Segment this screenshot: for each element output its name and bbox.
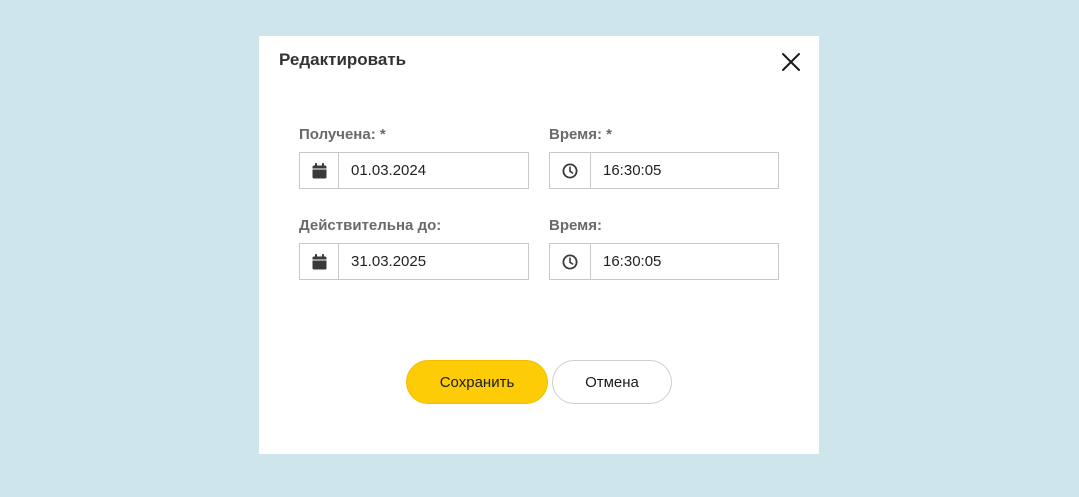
- received-date-label: Получена: *: [299, 126, 386, 143]
- valid-until-time-input[interactable]: [592, 244, 776, 279]
- valid-until-time-box: [549, 243, 779, 280]
- received-date-picker-button[interactable]: [300, 153, 339, 188]
- received-date-input[interactable]: [340, 153, 526, 188]
- clock-icon: [562, 254, 578, 269]
- cancel-button[interactable]: Отмена: [552, 360, 672, 404]
- close-button[interactable]: [779, 50, 803, 74]
- valid-until-time-label: Время:: [549, 217, 602, 234]
- valid-until-date-label: Действительна до:: [299, 217, 442, 234]
- valid-until-date-box: [299, 243, 529, 280]
- clock-icon: [562, 163, 578, 178]
- received-date-box: [299, 152, 529, 189]
- dialog-title: Редактировать: [279, 50, 407, 69]
- received-time-input[interactable]: [592, 153, 776, 188]
- valid-until-date-picker-button[interactable]: [300, 244, 339, 279]
- save-button[interactable]: Сохранить: [406, 360, 548, 404]
- calendar-icon: [312, 253, 326, 269]
- calendar-icon: [312, 162, 326, 178]
- received-time-picker-button[interactable]: [550, 153, 591, 188]
- edit-dialog: Редактировать Получена: * Время: *: [259, 36, 819, 454]
- close-icon: [782, 53, 800, 71]
- valid-until-date-input[interactable]: [340, 244, 526, 279]
- valid-until-time-picker-button[interactable]: [550, 244, 591, 279]
- received-time-box: [549, 152, 779, 189]
- received-time-label: Время: *: [549, 126, 612, 143]
